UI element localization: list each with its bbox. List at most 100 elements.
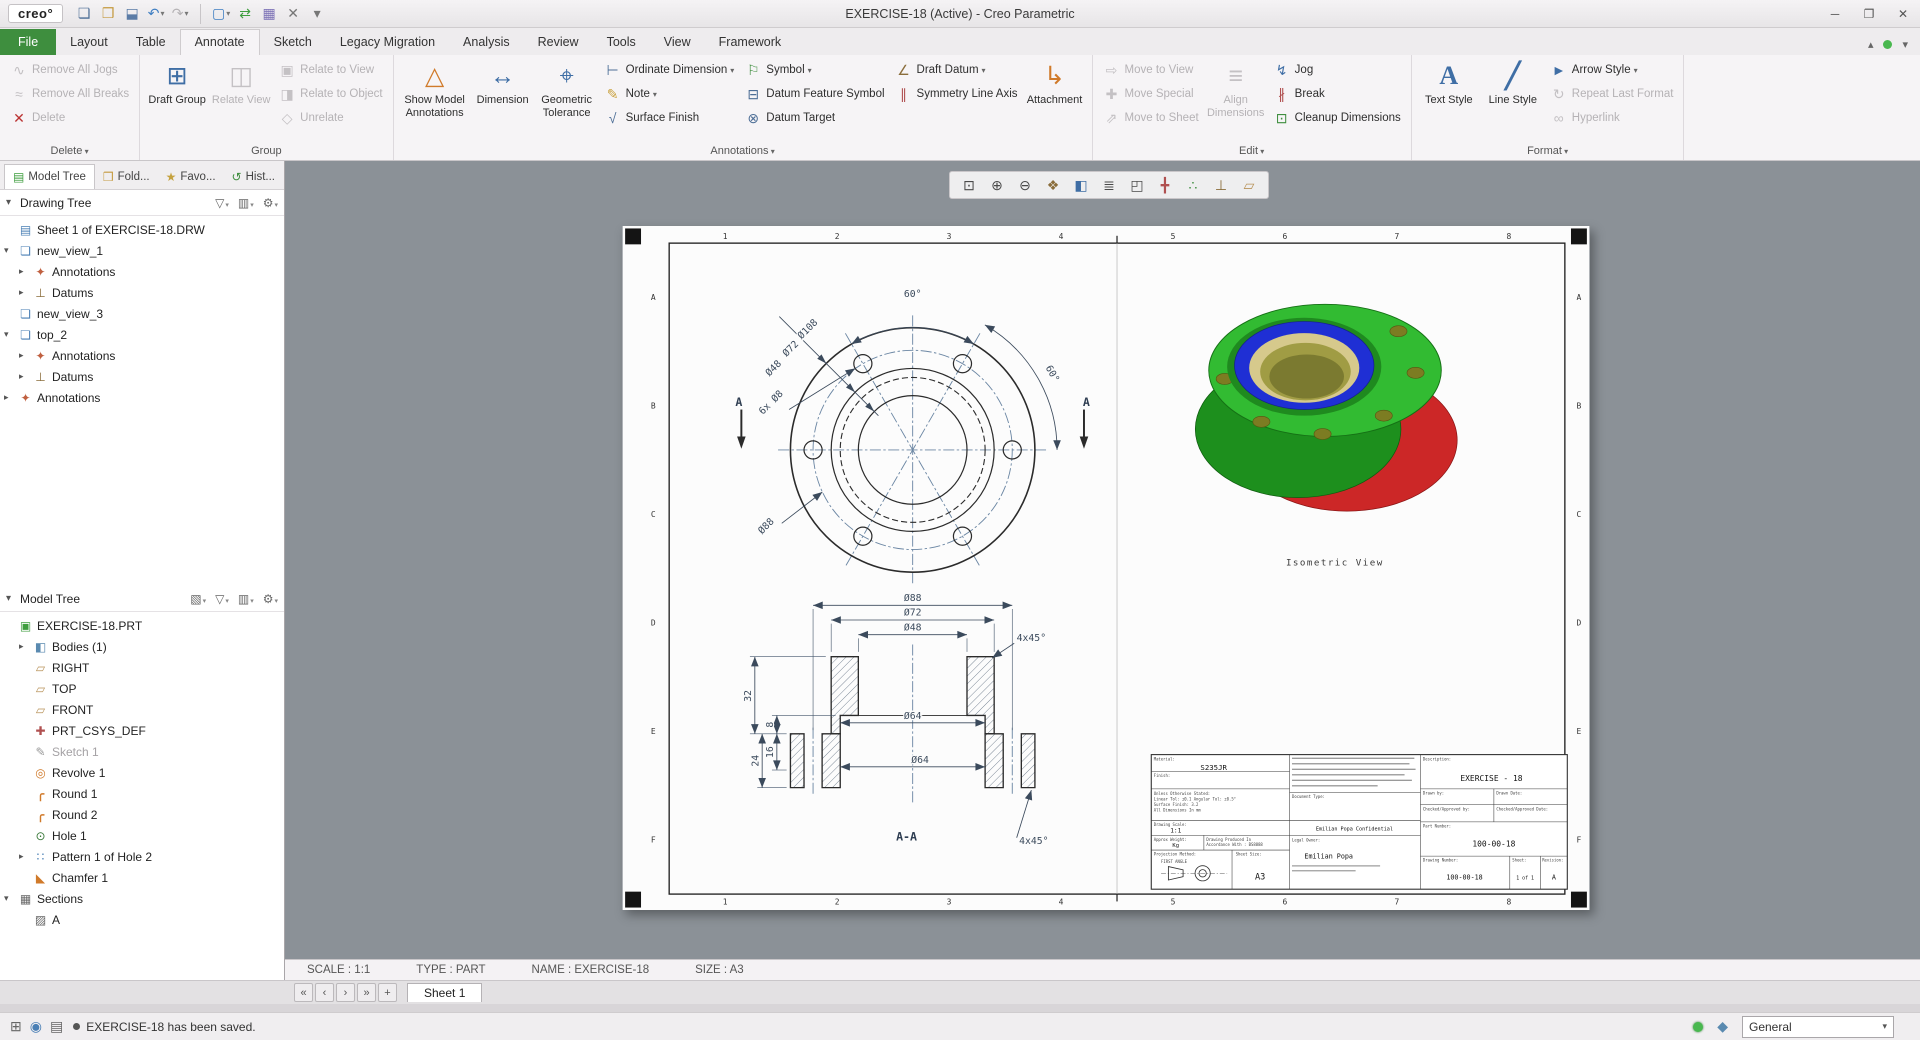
tree-expand-arrow[interactable] [4,893,17,904]
tree-expand-arrow[interactable] [19,350,32,361]
last-sheet-button[interactable] [357,983,376,1002]
regenerate-button[interactable] [234,4,256,24]
text-style-button[interactable]: Text Style [1417,57,1481,107]
arrow-style-button[interactable]: Arrow Style [1545,58,1679,82]
datum-display-filters-button[interactable] [1098,174,1120,196]
axis-display-toggle[interactable] [1154,174,1176,196]
active-model-icon[interactable] [1717,1018,1728,1035]
dimension-text[interactable]: 32 [742,689,755,703]
tree-expand-arrow[interactable] [19,287,32,298]
ribbon-tab[interactable]: Layout [56,29,122,55]
relate-to-view-button[interactable]: Relate to View [273,58,387,82]
datum-target-button[interactable]: Datum Target [739,106,889,130]
ribbon-tab[interactable]: Sketch [260,29,326,55]
move-special-button[interactable]: Move Special [1098,82,1204,106]
drawing-tree-item[interactable]: Annotations [0,387,284,408]
remove-all-breaks-button[interactable]: Remove All Breaks [5,82,134,106]
remove-all-jogs-button[interactable]: Remove All Jogs [5,58,134,82]
delete-group-label[interactable]: Delete [5,143,134,160]
display-settings-button[interactable] [258,4,280,24]
plane-display-toggle[interactable] [1238,174,1260,196]
model-tree-item[interactable]: A [0,909,284,930]
drawing-tree-filter-button[interactable] [215,196,229,210]
zoom-out-button[interactable] [1014,174,1036,196]
cleanup-dimensions-button[interactable]: Cleanup Dimensions [1268,106,1406,130]
csys-display-toggle[interactable] [1210,174,1232,196]
point-display-toggle[interactable] [1182,174,1204,196]
show-model-annotations-button[interactable]: Show Model Annotations [399,57,471,119]
zoom-to-box-button[interactable] [958,174,980,196]
delete-button[interactable]: Delete [5,106,134,130]
model-tree-item[interactable]: PRT_CSYS_DEF [0,720,284,741]
tree-expand-arrow[interactable] [19,641,32,652]
drawing-tree-item[interactable]: top_2 [0,324,284,345]
ribbon-tab[interactable]: Annotate [179,29,260,55]
sheet-tab[interactable]: Sheet 1 [407,983,483,1002]
save-button[interactable] [121,4,143,24]
model-tree-item[interactable]: Sketch 1 [0,741,284,762]
group-group-label[interactable]: Group [145,143,387,160]
selection-filter-button[interactable] [200,3,232,24]
model-tree-item[interactable]: EXERCISE-18.PRT [0,615,284,636]
task-window-icon[interactable] [10,1018,22,1035]
repeat-last-format-button[interactable]: Repeat Last Format [1545,82,1679,106]
ribbon-tab[interactable]: File [0,29,57,55]
dimension-text[interactable]: 4x45° [1018,835,1050,848]
close-button[interactable] [1886,2,1920,26]
move-to-sheet-button[interactable]: Move to Sheet [1098,106,1204,130]
dimension-text[interactable]: Ø88 [903,591,923,605]
model-tree-item[interactable]: FRONT [0,699,284,720]
saved-views-button[interactable] [1126,174,1148,196]
symmetry-line-axis-button[interactable]: Symmetry Line Axis [890,82,1023,106]
move-to-view-button[interactable]: Move to View [1098,58,1204,82]
section-letter[interactable]: A [1083,395,1090,409]
minimize-button[interactable] [1818,2,1852,26]
model-tree-item[interactable]: Bodies (1) [0,636,284,657]
drawing-sheet[interactable]: 1122334455667788A AB BC CD DE EF F 60° Ø… [622,226,1590,910]
model-tree-item[interactable]: Pattern 1 of Hole 2 [0,846,284,867]
jog-button[interactable]: Jog [1268,58,1406,82]
model-tree-item[interactable]: TOP [0,678,284,699]
symbol-button[interactable]: Symbol [739,58,889,82]
hyperlink-button[interactable]: Hyperlink [1545,106,1679,130]
model-tree-item[interactable]: Round 2 [0,804,284,825]
surface-finish-button[interactable]: Surface Finish [599,106,740,130]
model-tree-item[interactable]: RIGHT [0,657,284,678]
maximize-button[interactable] [1852,2,1886,26]
dimension-text[interactable]: Ø64 [903,709,923,723]
attachment-button[interactable]: Attachment [1023,57,1087,107]
repaint-button[interactable] [1042,174,1064,196]
drawing-tree-item[interactable]: Datums [0,282,284,303]
open-file-button[interactable] [97,4,119,24]
model-tree-item[interactable]: Revolve 1 [0,762,284,783]
drawing-tree-item[interactable]: Datums [0,366,284,387]
title-block[interactable]: Material: S235JR Finish: Unless Otherwis… [1150,754,1568,890]
section-view-label[interactable]: A-A [896,829,917,843]
ribbon-tab[interactable]: Review [524,29,593,55]
message-log-icon[interactable] [50,1018,63,1035]
model-tree-columns-button[interactable] [238,592,254,606]
ribbon-tab[interactable]: Legacy Migration [326,29,449,55]
ribbon-tab[interactable]: Analysis [449,29,524,55]
datum-feature-symbol-button[interactable]: Datum Feature Symbol [739,82,889,106]
model-tree-filter-button[interactable] [215,592,229,606]
model-tree-collapse-icon[interactable] [6,593,20,604]
ribbon-tab[interactable]: Table [122,29,180,55]
tab-model-tree[interactable]: Model Tree [4,164,95,189]
dimension-text[interactable]: 24 [749,753,762,767]
unrelate-button[interactable]: Unrelate [273,106,387,130]
minimize-ribbon-icon[interactable]: ▴ [1868,38,1874,51]
ribbon-tab[interactable]: Tools [593,29,650,55]
new-sheet-button[interactable] [378,983,397,1002]
note-button[interactable]: Note [599,82,740,106]
break-button[interactable]: Break [1268,82,1406,106]
model-tree-options-button[interactable] [263,592,278,606]
graphics-area[interactable]: 1 1 2 2 3 3 4 4 5 5 6 6 7 7 8 8 A A B B C C D D E E F F [285,161,1920,980]
previous-sheet-button[interactable] [315,983,334,1002]
customize-quick-access-button[interactable] [306,4,328,24]
tab-folder-browser[interactable]: Fold... [95,165,158,189]
dimension-text[interactable]: Ø72 [903,605,923,619]
dimension-text[interactable]: Ø48 [903,620,923,634]
tree-expand-arrow[interactable] [19,851,32,862]
command-search-icon[interactable]: ▾ [1902,38,1908,51]
